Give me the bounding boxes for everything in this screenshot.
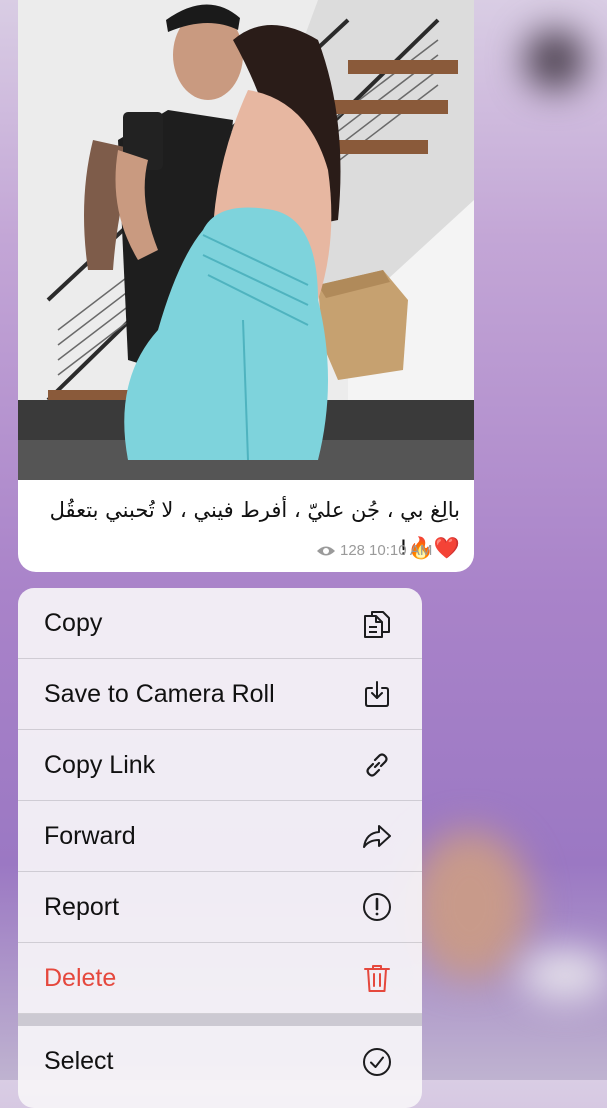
menu-item-copy[interactable]: Copy xyxy=(18,588,422,659)
checkmark-circle-icon xyxy=(360,1045,394,1079)
message-meta: 128 10:10 AM xyxy=(316,542,432,559)
message-time: 10:10 AM xyxy=(369,542,433,559)
background-blur-bottom xyxy=(520,950,607,1000)
copy-icon xyxy=(360,606,394,640)
menu-item-label: Delete xyxy=(44,963,117,992)
menu-item-delete[interactable]: Delete xyxy=(18,943,422,1014)
message-bubble[interactable]: بالِغ بي ، جُن عليّ ، أفرط فيني ، لا تُح… xyxy=(18,0,474,572)
menu-item-label: Copy xyxy=(44,608,103,637)
menu-item-label: Report xyxy=(44,892,120,921)
message-photo[interactable] xyxy=(18,0,474,480)
menu-item-copy-link[interactable]: Copy Link xyxy=(18,730,422,801)
menu-item-label: Save to Camera Roll xyxy=(44,679,275,708)
background-blur-photo xyxy=(410,830,530,980)
menu-item-save-to-camera-roll[interactable]: Save to Camera Roll xyxy=(18,659,422,730)
menu-item-label: Forward xyxy=(44,821,136,850)
menu-item-report[interactable]: Report xyxy=(18,872,422,943)
menu-separator xyxy=(18,1014,422,1026)
menu-item-label: Copy Link xyxy=(44,750,156,779)
exclamation-circle-icon xyxy=(360,890,394,924)
views-eye-icon xyxy=(317,546,335,555)
photo-image xyxy=(18,0,474,480)
forward-arrow-icon xyxy=(360,819,394,853)
menu-item-forward[interactable]: Forward xyxy=(18,801,422,872)
trash-icon xyxy=(360,961,394,995)
menu-item-select[interactable]: Select xyxy=(18,1026,422,1097)
views-count: 128 xyxy=(340,542,366,559)
background-blur-top-right xyxy=(525,30,585,90)
link-icon xyxy=(360,748,394,782)
menu-item-label: Select xyxy=(44,1047,114,1075)
download-icon xyxy=(360,677,394,711)
context-menu: Copy Save to Camera Roll Copy Link Forwa… xyxy=(18,588,422,1108)
